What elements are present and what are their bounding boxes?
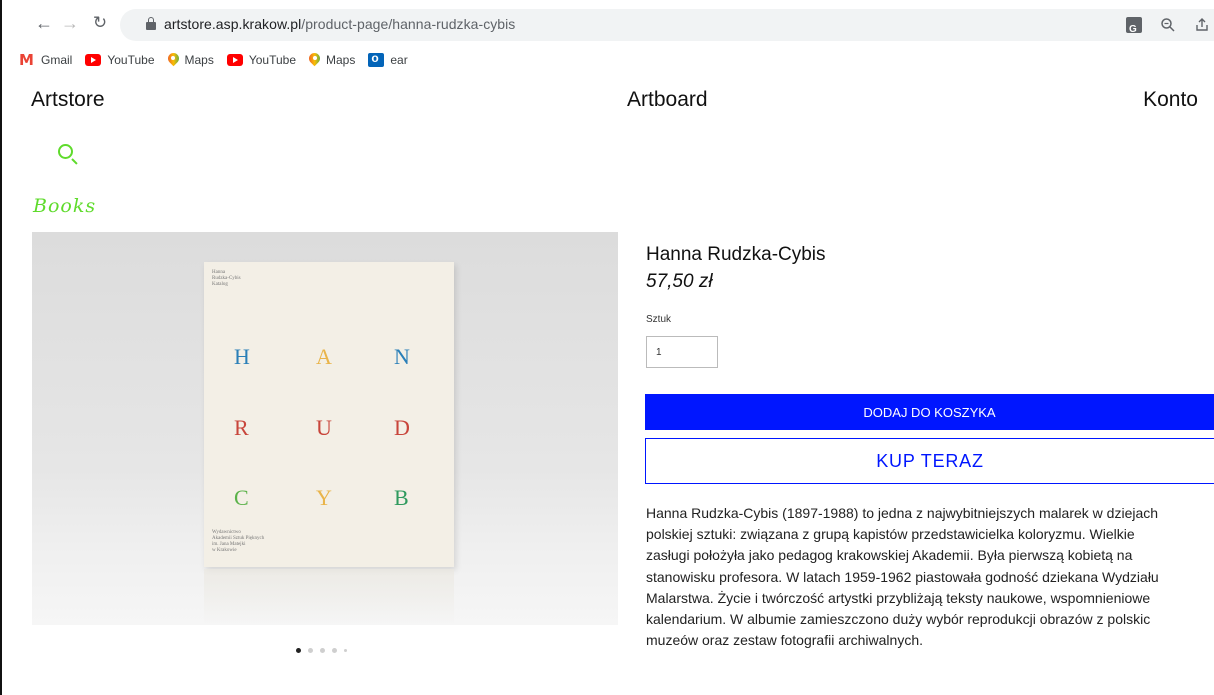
bookmark-youtube-2[interactable]: YouTube [226,53,296,67]
bookmark-label: Maps [326,53,356,67]
description-line: polskiej sztuki: związana z grupą kapist… [646,526,1135,543]
cover-bottom-text: Wydawnictwo Akademii Sztuk Pięknych im. … [212,530,265,553]
bookmark-youtube[interactable]: YouTube [85,53,155,67]
site-header: Artstore Artboard Konto [0,88,1214,122]
bookmark-maps[interactable]: Maps [168,53,214,68]
bookmark-gmail[interactable]: Gmail [19,51,73,69]
product-title: Hanna Rudzka-Cybis [646,244,826,265]
bookmarks-bar: Gmail YouTube Maps YouTube Maps ear [2,48,1214,72]
carousel-dots [296,646,347,654]
quantity-input[interactable] [646,336,718,368]
description-line: muzeów oraz zestaw fotografii archiwalny… [646,632,924,649]
cover-letter: D [394,415,410,440]
product-image[interactable]: Hanna Rudzka-Cybis Katalog H A N R U D C Y B Wyd… [32,232,618,625]
nav-konto-link[interactable]: Konto [1143,88,1198,112]
browser-toolbar: ← → ↻ artstore.asp.krakow.pl/product-pag… [2,0,1214,48]
carousel-dot[interactable] [296,647,301,653]
bookmark-label: YouTube [248,53,296,67]
search-icon[interactable] [57,143,79,165]
maps-icon [309,53,320,68]
maps-icon [168,53,179,68]
lock-icon[interactable] [146,17,156,31]
cover-letter: U [316,415,332,440]
cover-top-text: Hanna Rudzka-Cybis Katalog [212,270,241,287]
bookmark-label: Gmail [41,53,73,67]
carousel-dot[interactable] [320,647,325,653]
address-bar[interactable]: artstore.asp.krakow.pl/product-page/hann… [120,9,1214,42]
back-arrow-icon[interactable]: ← [32,11,56,35]
cover-letter: C [234,485,249,510]
description-line: Malarstwa. Życie i twórczość artystki pr… [646,589,1151,606]
cover-letter: B [394,485,409,510]
outlook-icon [368,51,385,67]
carousel-dot[interactable] [344,648,347,652]
forward-arrow-icon[interactable]: → [58,11,82,35]
translate-icon [1126,17,1142,42]
translate-button[interactable] [1122,13,1146,42]
bookmark-label: YouTube [107,53,155,67]
category-label[interactable]: Books [33,195,96,217]
book-reflection [204,569,454,625]
quantity-label: Sztuk [646,314,672,325]
description-line: Hanna Rudzka-Cybis (1897-1988) to jedna … [646,505,1159,521]
url-path: /product-page/hanna-rudzka-cybis [301,16,516,32]
share-icon[interactable] [1190,13,1214,37]
zoom-icon[interactable] [1156,13,1180,37]
address-bar-actions [1122,13,1214,42]
bookmark-label: Maps [184,53,214,67]
youtube-icon [226,54,243,66]
youtube-icon [85,54,102,66]
cover-letter: N [394,344,410,369]
url-domain: artstore.asp.krakow.pl [164,16,302,32]
cover-letter: H [234,344,250,369]
bookmark-maps-2[interactable]: Maps [309,53,355,68]
nav-artstore-link[interactable]: Artstore [31,88,105,112]
url-text[interactable]: artstore.asp.krakow.pl/product-page/hann… [164,16,515,32]
carousel-dot[interactable] [308,647,313,653]
book-cover: Hanna Rudzka-Cybis Katalog H A N R U D C Y B Wyd… [204,262,454,567]
add-to-cart-button[interactable]: DODAJ DO KOSZYKA [645,394,1214,430]
reload-icon[interactable]: ↻ [88,11,112,35]
cover-letter: A [316,344,332,369]
nav-artboard-link[interactable]: Artboard [627,88,708,112]
bookmark-label: ear [390,53,408,67]
buy-now-button[interactable]: KUP TERAZ [645,438,1214,484]
product-description: Hanna Rudzka-Cybis (1897-1988) to jedna … [646,503,1214,651]
carousel-dot[interactable] [332,647,337,653]
cover-letter: Y [316,485,332,510]
description-line: zasługi położyła jako pedagog krakowskie… [646,547,1133,564]
description-line: kalendarium. W albumie zamieszczono duży… [646,611,1151,628]
product-price: 57,50 zł [646,271,713,292]
bookmark-outlook[interactable]: ear [368,51,408,67]
cover-letter: R [234,415,249,440]
gmail-icon [19,51,35,69]
description-line: stanowisku profesora. W latach 1959-1962… [646,568,1159,585]
